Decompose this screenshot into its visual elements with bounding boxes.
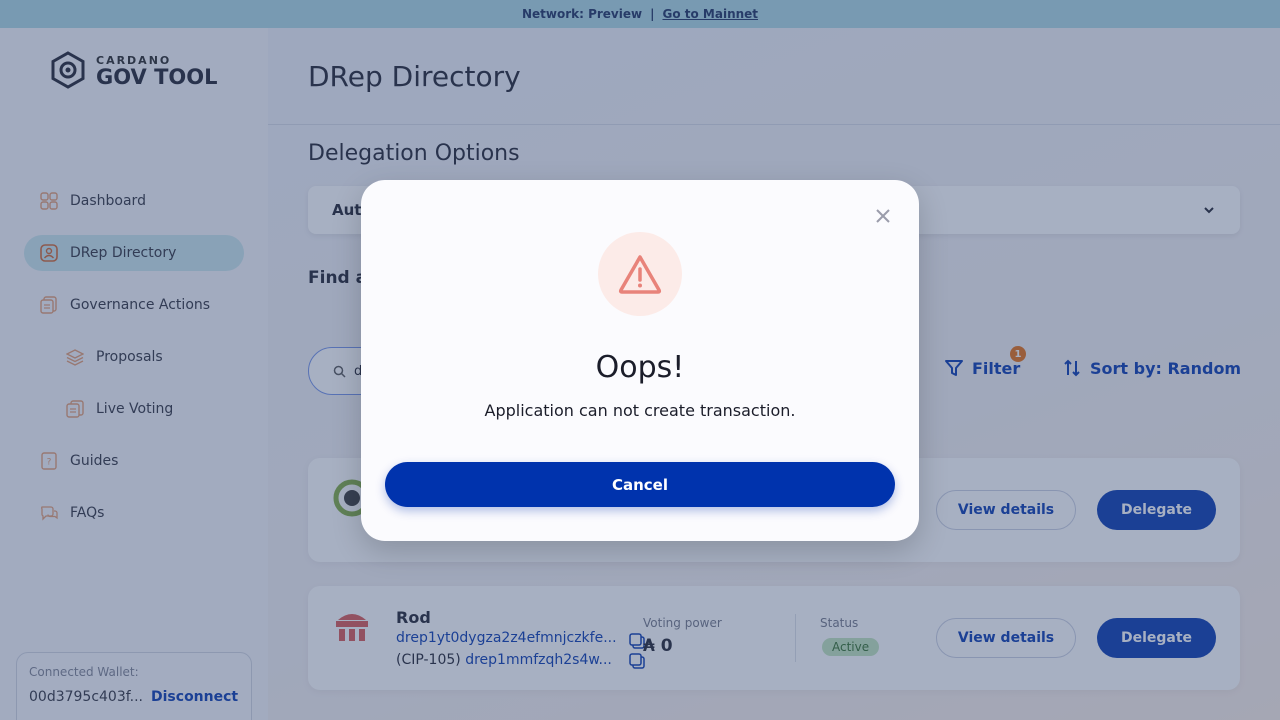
modal-message: Application can not create transaction. bbox=[484, 401, 796, 420]
error-modal: Oops! Application can not create transac… bbox=[361, 180, 919, 541]
warning-badge bbox=[598, 232, 682, 316]
modal-title: Oops! bbox=[595, 350, 685, 385]
cancel-button[interactable]: Cancel bbox=[385, 462, 895, 507]
close-icon[interactable] bbox=[871, 204, 895, 228]
warning-icon bbox=[618, 255, 662, 294]
